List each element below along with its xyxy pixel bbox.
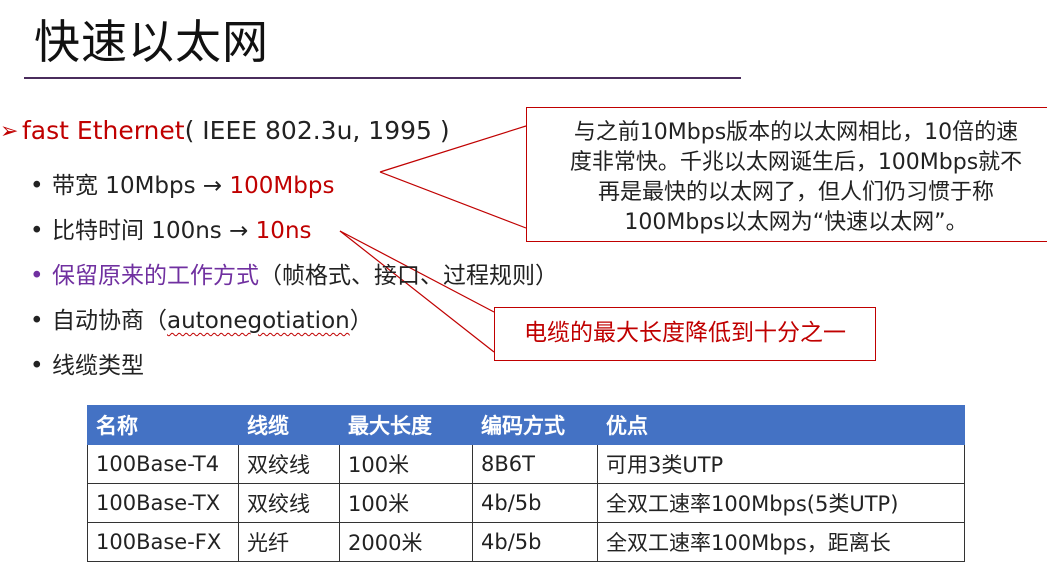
table-cell: 2000米 bbox=[339, 522, 473, 562]
bullet-dot: • bbox=[30, 308, 44, 334]
table-header: 编码方式 bbox=[472, 405, 598, 445]
bullet-autonegotiation: • 自动协商（autonegotiation） bbox=[30, 301, 373, 335]
table-header: 线缆 bbox=[238, 405, 340, 445]
table-cell: 全双工速率100Mbps(5类UTP) bbox=[597, 483, 965, 523]
table-cell: 100Base-TX bbox=[87, 483, 239, 523]
table-header-row: 名称 线缆 最大长度 编码方式 优点 bbox=[87, 405, 965, 445]
bullet-dot: • bbox=[30, 353, 44, 379]
table-cell: 8B6T bbox=[472, 444, 598, 484]
table-header: 优点 bbox=[597, 405, 965, 445]
callout-line: 再是最快的以太网了，但人们仍习惯于称 bbox=[597, 180, 994, 205]
table-cell: 100米 bbox=[339, 483, 473, 523]
table-header: 最大长度 bbox=[339, 405, 473, 445]
fast-ethernet-heading: fast Ethernet( IEEE 802.3u, 1995 ) bbox=[22, 116, 450, 145]
bullet-highlight: 10ns bbox=[255, 218, 312, 244]
callout-line: 100Mbps以太网为“快速以太网”。 bbox=[624, 210, 968, 235]
table-cell: 可用3类UTP bbox=[597, 444, 965, 484]
arrow-bullet-icon: ➢ bbox=[0, 119, 19, 144]
bullet-cable-types: • 线缆类型 bbox=[30, 346, 144, 380]
table-header: 名称 bbox=[87, 405, 239, 445]
table-cell: 全双工速率100Mbps，距离长 bbox=[597, 522, 965, 562]
fast-ethernet-label: fast Ethernet bbox=[22, 116, 185, 145]
table-cell: 4b/5b bbox=[472, 483, 598, 523]
table-cell: 双绞线 bbox=[238, 444, 340, 484]
bullet-bandwidth: • 带宽 10Mbps → 100Mbps bbox=[30, 166, 334, 200]
speed-callout: 与之前10Mbps版本的以太网相比，10倍的速 度非常快。千兆以太网诞生后，10… bbox=[526, 107, 1047, 242]
table-cell: 100Base-FX bbox=[87, 522, 239, 562]
table-cell: 100Base-T4 bbox=[87, 444, 239, 484]
table-cell: 双绞线 bbox=[238, 483, 340, 523]
bullet-suffix: ） bbox=[349, 308, 373, 334]
bullet-text: 比特时间 100ns → bbox=[52, 218, 256, 244]
table-cell: 4b/5b bbox=[472, 522, 598, 562]
standard-label: ( IEEE 802.3u, 1995 ) bbox=[184, 116, 450, 145]
table-row: 100Base-TX 双绞线 100米 4b/5b 全双工速率100Mbps(5… bbox=[87, 483, 965, 523]
bullet-text: 保留原来的工作方式 bbox=[52, 263, 259, 289]
bullet-text: 自动协商（ bbox=[52, 308, 167, 334]
cable-spec-table: 名称 线缆 最大长度 编码方式 优点 100Base-T4 双绞线 100米 8… bbox=[87, 405, 965, 562]
slide-title: 快速以太网 bbox=[34, 15, 269, 69]
callout-line: 与之前10Mbps版本的以太网相比，10倍的速 bbox=[573, 120, 1019, 145]
bullet-text: 带宽 10Mbps → bbox=[52, 173, 230, 199]
bullet-highlight: 100Mbps bbox=[229, 173, 335, 199]
table-row: 100Base-T4 双绞线 100米 8B6T 可用3类UTP bbox=[87, 444, 965, 484]
bullet-bit-time: • 比特时间 100ns → 10ns bbox=[30, 211, 312, 245]
bullet-suffix: （帧格式、接口、过程规则） bbox=[259, 263, 558, 289]
table-row: 100Base-FX 光纤 2000米 4b/5b 全双工速率100Mbps，距… bbox=[87, 522, 965, 562]
bullet-dot: • bbox=[30, 218, 44, 244]
bullet-dot: • bbox=[30, 263, 44, 289]
table-cell: 100米 bbox=[339, 444, 473, 484]
bullet-text: 线缆类型 bbox=[52, 353, 144, 379]
cable-length-callout: 电缆的最大长度降低到十分之一 bbox=[494, 307, 876, 361]
title-divider bbox=[24, 77, 741, 79]
bullet-wavy-term: autonegotiation bbox=[167, 308, 350, 334]
callout-line: 度非常快。千兆以太网诞生后，100Mbps就不 bbox=[569, 150, 1023, 175]
bullet-dot: • bbox=[30, 173, 44, 199]
bullet-keep-method: • 保留原来的工作方式（帧格式、接口、过程规则） bbox=[30, 256, 558, 290]
table-cell: 光纤 bbox=[238, 522, 340, 562]
